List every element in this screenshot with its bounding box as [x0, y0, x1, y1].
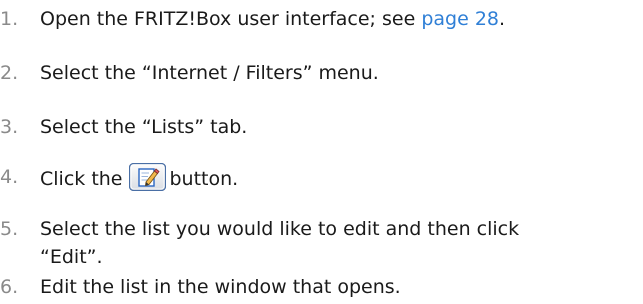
step-number: 3.	[0, 116, 19, 138]
page-link[interactable]: page 28	[421, 8, 499, 30]
step-text-before: Click the	[40, 168, 123, 190]
step-text: Select the “Lists” tab.	[40, 116, 248, 138]
step-number: 2.	[0, 62, 19, 84]
step-text: Open the FRITZ!Box user interface; see p…	[40, 5, 640, 33]
step-number: 4.	[0, 166, 19, 188]
step-text-line-2: “Edit”.	[40, 246, 103, 268]
step-text: Edit the list in the window that opens.	[40, 276, 401, 298]
step-number: 5.	[0, 218, 19, 240]
step-text: Click the button.	[40, 163, 640, 193]
step-text: Select the “Internet / Filters” menu.	[40, 62, 379, 84]
step-text-line-1: Select the list you would like to edit a…	[40, 218, 520, 240]
edit-icon	[128, 163, 166, 191]
step-number: 6.	[0, 276, 19, 298]
step-text-before: Open the FRITZ!Box user interface; see	[40, 8, 422, 30]
step-text: Select the list you would like to edit a…	[40, 215, 640, 271]
step-text-after: .	[499, 8, 506, 30]
step-number: 1.	[0, 8, 19, 30]
step-text-after: button.	[169, 168, 239, 190]
